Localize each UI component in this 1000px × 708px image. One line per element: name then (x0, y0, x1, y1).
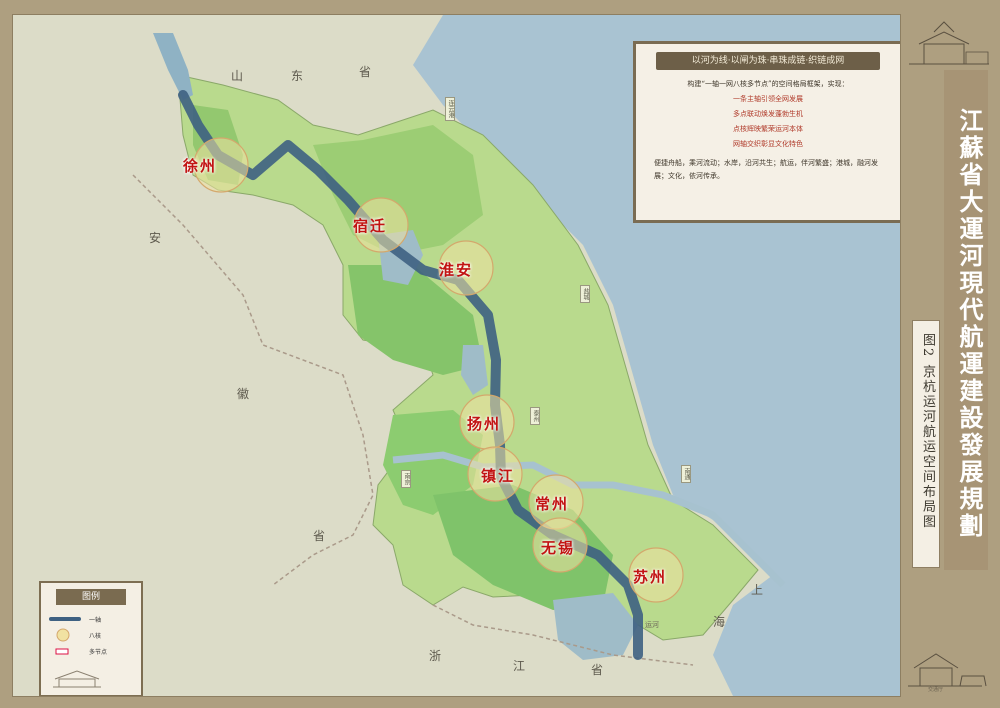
river-label: 运河 (645, 621, 659, 629)
legend-title: 图例 (56, 589, 126, 605)
service-area-tag: 连云港 (445, 97, 455, 121)
main-title: 江蘇省大運河現代航運建設發展規劃 (955, 108, 984, 540)
city-label-huaian[interactable]: 淮安 (439, 259, 473, 280)
province-label: 山 (231, 69, 244, 83)
weishan-lake (153, 33, 193, 100)
legend-item-node: 多节点 (89, 649, 108, 656)
province-label: 东 (291, 69, 304, 83)
service-area-tag: 盐城 (580, 285, 590, 303)
page-frame: 山 东 省 安 徽 省 浙 江 省 上 海 徐州 宿迁 淮安 扬州 镇江 常州 … (0, 0, 1000, 708)
subtitle-panel: 图2 京杭运河航运空间布局图 (912, 320, 940, 568)
subtitle: 图2 京杭运河航运空间布局图 (920, 333, 935, 530)
province-label: 省 (313, 529, 326, 543)
legend-item-core: 八核 (89, 633, 102, 640)
service-area-tag: 南通 (681, 465, 691, 483)
city-label-suzhou[interactable]: 苏州 (633, 566, 667, 587)
publisher-mark: 交通厅 (928, 687, 944, 693)
info-intro: 构建“一轴一网八核多节点”的空间格局框架，实现： (687, 80, 849, 88)
legend-item-axis: 一轴 (89, 617, 102, 624)
city-label-yangzhou[interactable]: 扬州 (467, 413, 501, 434)
info-point: 点核辉映繁荣运河本体 (733, 125, 803, 133)
province-label: 安 (149, 231, 162, 245)
city-label-xuzhou[interactable]: 徐州 (183, 155, 217, 176)
legend-panel: 图例 一轴 八核 多节点 (39, 581, 143, 696)
service-area-tag: 南京 (401, 470, 411, 488)
province-label: 省 (591, 663, 604, 677)
province-label: 省 (359, 65, 372, 79)
info-point: 网轴交织彰显文化特色 (733, 140, 803, 148)
city-label-changzhou[interactable]: 常州 (535, 493, 569, 514)
info-banner: 以河为线·以闸为珠·串珠成链·织链成网 (656, 52, 880, 70)
province-label: 上 (751, 583, 764, 597)
city-label-wuxi[interactable]: 无锡 (541, 537, 575, 558)
province-label: 海 (713, 615, 726, 629)
service-area-tag: 泰州 (530, 407, 540, 425)
province-label: 江 (513, 659, 526, 673)
pagoda-sketch-icon (909, 21, 989, 65)
info-footer: 便捷舟船，乘河流动；水岸，沿河共生；航运，伴河繁盛；港城，融河发展；文化，依河传… (654, 159, 878, 180)
info-point: 一条主轴引领全网发展 (733, 95, 803, 103)
info-point: 多点联动焕发蓬勃生机 (733, 110, 803, 118)
legend-deco-temple-icon (53, 670, 101, 688)
info-panel: 以河为线·以闸为珠·串珠成链·织链成网 构建“一轴一网八核多节点”的空间格局框架… (633, 41, 900, 223)
province-label: 浙 (429, 649, 442, 663)
city-label-zhenjiang[interactable]: 镇江 (481, 465, 515, 486)
map-area[interactable]: 山 东 省 安 徽 省 浙 江 省 上 海 徐州 宿迁 淮安 扬州 镇江 常州 … (12, 14, 901, 697)
title-panel: 江蘇省大運河現代航運建設發展規劃 (944, 70, 988, 570)
city-label-suqian[interactable]: 宿迁 (353, 215, 387, 236)
boat-sketch-icon (908, 653, 987, 687)
province-label: 徽 (237, 387, 250, 401)
